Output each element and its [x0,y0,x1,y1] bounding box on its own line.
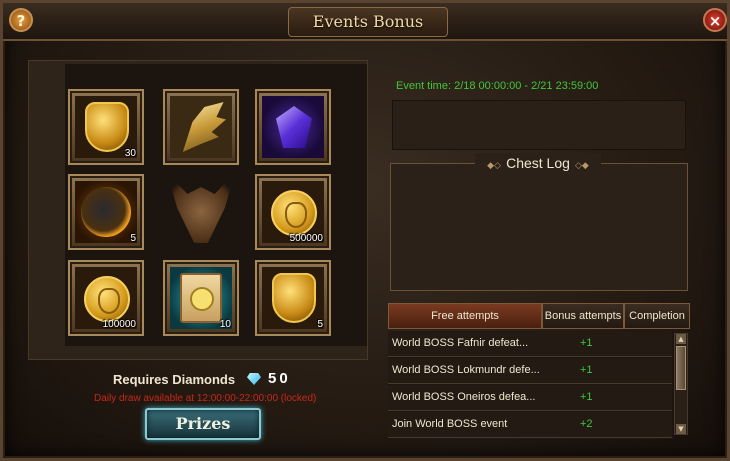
task-name: World BOSS Lokmundr defe... [392,364,540,376]
reward-slot-2[interactable] [163,89,239,165]
event-description-box [392,100,686,150]
task-bonus: +1 [580,364,593,376]
gold-crest-icon [85,102,129,152]
gold-crest-icon [272,273,316,323]
close-button[interactable]: × [703,8,727,32]
reward-qty: 500000 [289,233,323,244]
reward-slot-6[interactable]: 100000 [68,260,144,336]
title-plate: Events Bonus [288,7,448,37]
help-button[interactable]: ? [9,8,33,32]
window-title: Events Bonus [312,12,424,31]
reward-slot-4[interactable]: 5 [68,174,144,250]
reward-qty: 5 [317,319,323,330]
task-name: World BOSS Oneiros defea... [392,391,536,403]
task-bonus: +1 [580,391,593,403]
title-bar: ? Events Bonus × [3,3,727,41]
chest-log-title: Chest Log [506,155,570,171]
ornament-right-icon: ◇◆ [575,161,589,171]
tab-free-attempts[interactable]: Free attempts [388,303,542,329]
scroll-up-icon[interactable]: ▲ [676,334,686,344]
reward-grid: 30 5 500000 100000 10 5 [65,64,367,346]
task-name: World BOSS Fafnir defeat... [392,337,529,349]
smiley-scroll-icon [180,273,222,323]
table-row[interactable]: Join World BOSS event +2 [388,412,672,438]
reward-panel: 30 5 500000 100000 10 5 [28,60,368,360]
fire-orb-icon [81,187,131,237]
scroll-down-icon[interactable]: ▼ [676,424,686,434]
diamond-cost: 50 [268,370,291,387]
table-row[interactable]: World BOSS Fafnir defeat... +1 [388,331,672,357]
reward-slot-7[interactable]: 10 [163,260,239,336]
task-bonus: +2 [580,418,593,430]
task-name: Join World BOSS event [392,418,508,430]
reward-qty: 100000 [102,319,136,330]
daily-draw-note: Daily draw available at 12:00:00-22:00:0… [94,393,317,404]
tab-completion[interactable]: Completion [624,303,690,329]
tab-bonus-attempts[interactable]: Bonus attempts [542,303,624,329]
gold-coin-icon [84,276,130,322]
table-row[interactable]: World BOSS Lokmundr defe... +1 [388,358,672,384]
golden-wing-icon [182,102,226,152]
chest-log-box [390,163,688,291]
reward-qty: 5 [130,233,136,244]
requires-diamonds-label: Requires Diamonds [113,372,236,387]
reward-slot-5[interactable]: 500000 [255,174,331,250]
dragon-emblem-icon [163,169,239,249]
reward-qty: 10 [219,319,231,330]
task-list-scrollbar[interactable]: ▲ ▼ [674,333,688,435]
chest-log-header: ◆◇ Chest Log ◇◆ [475,153,601,173]
scroll-thumb[interactable] [676,346,686,390]
table-row[interactable]: World BOSS Oneiros defea... +1 [388,385,672,411]
gold-coin-icon [271,190,317,236]
ornament-left-icon: ◆◇ [487,161,501,171]
prizes-button[interactable]: Prizes [145,408,261,440]
reward-slot-3[interactable] [255,89,331,165]
event-time: Event time: 2/18 00:00:00 - 2/21 23:59:0… [396,80,599,92]
reward-slot-1[interactable]: 30 [68,89,144,165]
reward-qty: 30 [124,148,136,159]
task-list: World BOSS Fafnir defeat... +1 World BOS… [388,331,674,439]
task-bonus: +1 [580,337,593,349]
attempts-tabs: Free attempts Bonus attempts Completion [388,303,690,329]
reward-slot-8[interactable]: 5 [255,260,331,336]
